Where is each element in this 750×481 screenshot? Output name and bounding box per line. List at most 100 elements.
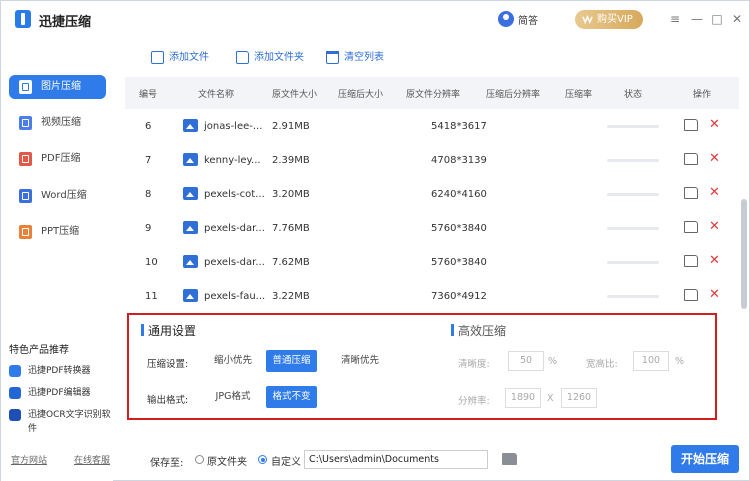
video-icon <box>19 116 32 130</box>
recommend-pdf-editor[interactable]: 迅捷PDF编辑器 <box>9 386 91 400</box>
image-file-icon <box>183 153 198 166</box>
sidebar-item-ppt[interactable]: PPT压缩 <box>9 220 106 244</box>
header-orig-size: 原文件大小 <box>272 90 318 100</box>
minimize-icon[interactable]: — <box>690 12 704 26</box>
trash-icon <box>326 51 339 64</box>
app-title: 迅捷压缩 <box>39 15 92 30</box>
table-scrollbar[interactable] <box>741 77 747 311</box>
start-compress-button[interactable]: 开始压缩 <box>671 445 739 473</box>
option-keep-format[interactable]: 格式不变 <box>266 386 317 408</box>
clarity-label: 清晰度: <box>458 359 490 370</box>
row-orig-res: 5760*3840 <box>431 223 487 234</box>
sidebar-item-label: Word压缩 <box>41 190 87 201</box>
pdf-icon <box>19 152 32 166</box>
header-orig-res: 原文件分辨率 <box>406 90 461 100</box>
resolution-height-input[interactable]: 1260 <box>561 388 597 408</box>
resolution-x: X <box>547 393 554 404</box>
table-row[interactable]: 11 pexels-fau... 3.22MB 7360*4912 ✕ <box>125 279 731 311</box>
output-path-input[interactable]: C:\Users\admin\Documents <box>304 450 488 469</box>
avatar[interactable] <box>498 11 514 27</box>
clarity-input[interactable]: 50 <box>508 351 544 371</box>
radio-custom[interactable] <box>258 455 267 464</box>
row-number: 10 <box>145 257 158 268</box>
delete-icon[interactable]: ✕ <box>709 185 720 200</box>
sidebar-item-word[interactable]: Word压缩 <box>9 184 106 208</box>
option-clarity-first[interactable]: 清晰优先 <box>335 350 385 372</box>
delete-icon[interactable]: ✕ <box>709 117 720 132</box>
title-bar: 迅捷压缩 简答 购买VIP ≡ — □ ✕ <box>1 1 749 37</box>
row-orig-size: 7.76MB <box>272 223 310 234</box>
scroll-thumb[interactable] <box>741 199 747 309</box>
table-header: 编号 文件名称 原文件大小 压缩后大小 原文件分辨率 压缩后分辨率 压缩率 状态… <box>125 77 739 109</box>
image-file-icon <box>183 221 198 234</box>
row-progress-bar <box>607 125 659 128</box>
sidebar-item-image[interactable]: 图片压缩 <box>9 75 106 99</box>
row-progress-bar <box>607 159 659 162</box>
sidebar: 图片压缩 视频压缩 PDF压缩 Word压缩 PPT压缩 特色产品推荐 迅捷PD… <box>1 37 113 481</box>
open-folder-icon[interactable] <box>684 221 698 233</box>
sidebar-item-video[interactable]: 视频压缩 <box>9 111 106 135</box>
row-progress-bar <box>607 227 659 230</box>
compress-setting-label: 压缩设置: <box>147 359 189 370</box>
row-number: 7 <box>145 155 152 166</box>
online-service-link[interactable]: 在线客服 <box>74 453 110 466</box>
clear-list-button[interactable]: 清空列表 <box>326 51 384 65</box>
recommend-ocr[interactable]: 迅捷OCR文字识别软件 <box>9 408 113 434</box>
image-file-icon <box>183 119 198 132</box>
radio-original-folder[interactable] <box>195 455 204 464</box>
maximize-icon[interactable]: □ <box>710 12 724 26</box>
official-site-link[interactable]: 官方网站 <box>11 453 47 466</box>
row-orig-size: 2.39MB <box>272 155 310 166</box>
table-row[interactable]: 10 pexels-dar... 7.62MB 5760*3840 ✕ <box>125 245 731 279</box>
menu-icon[interactable]: ≡ <box>668 12 682 26</box>
radio-custom-label[interactable]: 自定义 <box>271 453 301 468</box>
efficient-compress-title: 高效压缩 <box>451 322 506 339</box>
recommend-pdf-converter[interactable]: 迅捷PDF转换器 <box>9 364 91 378</box>
open-folder-icon[interactable] <box>684 153 698 165</box>
row-file-name: jonas-lee-... <box>204 121 263 132</box>
clarity-unit: % <box>548 356 558 367</box>
resolution-label: 分辨率: <box>458 396 490 407</box>
sidebar-item-pdf[interactable]: PDF压缩 <box>9 147 106 171</box>
option-normal-compress[interactable]: 普通压缩 <box>266 350 317 372</box>
general-settings-title: 通用设置 <box>141 322 196 339</box>
delete-icon[interactable]: ✕ <box>709 151 720 166</box>
delete-icon[interactable]: ✕ <box>709 287 720 302</box>
close-icon[interactable]: ✕ <box>730 12 744 26</box>
buy-vip-button[interactable]: 购买VIP <box>575 10 643 29</box>
delete-icon[interactable]: ✕ <box>709 253 720 268</box>
radio-original-folder-label[interactable]: 原文件夹 <box>207 453 247 468</box>
table-row[interactable]: 8 pexels-cot... 3.20MB 6240*4160 ✕ <box>125 177 731 211</box>
open-folder-icon[interactable] <box>684 289 698 301</box>
row-orig-size: 7.62MB <box>272 257 310 268</box>
aspect-ratio-unit: % <box>675 356 685 367</box>
row-progress-bar <box>607 193 659 196</box>
sidebar-item-label: 图片压缩 <box>41 81 81 92</box>
toolbar: 添加文件 添加文件夹 清空列表 <box>113 37 749 77</box>
resolution-width-input[interactable]: 1890 <box>505 388 541 408</box>
header-new-res: 压缩后分辨率 <box>486 90 541 100</box>
add-folder-button[interactable]: 添加文件夹 <box>236 51 304 65</box>
add-file-icon <box>151 51 164 64</box>
image-icon <box>19 80 32 94</box>
browse-folder-icon[interactable] <box>502 453 517 465</box>
delete-icon[interactable]: ✕ <box>709 219 720 234</box>
row-file-name: pexels-dar... <box>204 223 265 234</box>
open-folder-icon[interactable] <box>684 187 698 199</box>
row-file-name: pexels-dar... <box>204 257 265 268</box>
add-file-button[interactable]: 添加文件 <box>151 51 209 65</box>
option-shrink-first[interactable]: 缩小优先 <box>209 350 257 372</box>
ocr-icon <box>9 409 21 421</box>
row-orig-size: 2.91MB <box>272 121 310 132</box>
table-row[interactable]: 7 kenny-ley... 2.39MB 4708*3139 ✕ <box>125 143 731 177</box>
aspect-ratio-input[interactable]: 100 <box>633 351 669 371</box>
save-to-label: 保存至: <box>150 458 184 469</box>
option-jpg[interactable]: JPG格式 <box>209 386 257 408</box>
username[interactable]: 简答 <box>518 12 538 27</box>
header-new-size: 压缩后大小 <box>338 90 384 100</box>
table-row[interactable]: 6 jonas-lee-... 2.91MB 5418*3617 ✕ <box>125 109 731 143</box>
open-folder-icon[interactable] <box>684 255 698 267</box>
table-row[interactable]: 9 pexels-dar... 7.76MB 5760*3840 ✕ <box>125 211 731 245</box>
row-progress-bar <box>607 295 659 298</box>
open-folder-icon[interactable] <box>684 119 698 131</box>
